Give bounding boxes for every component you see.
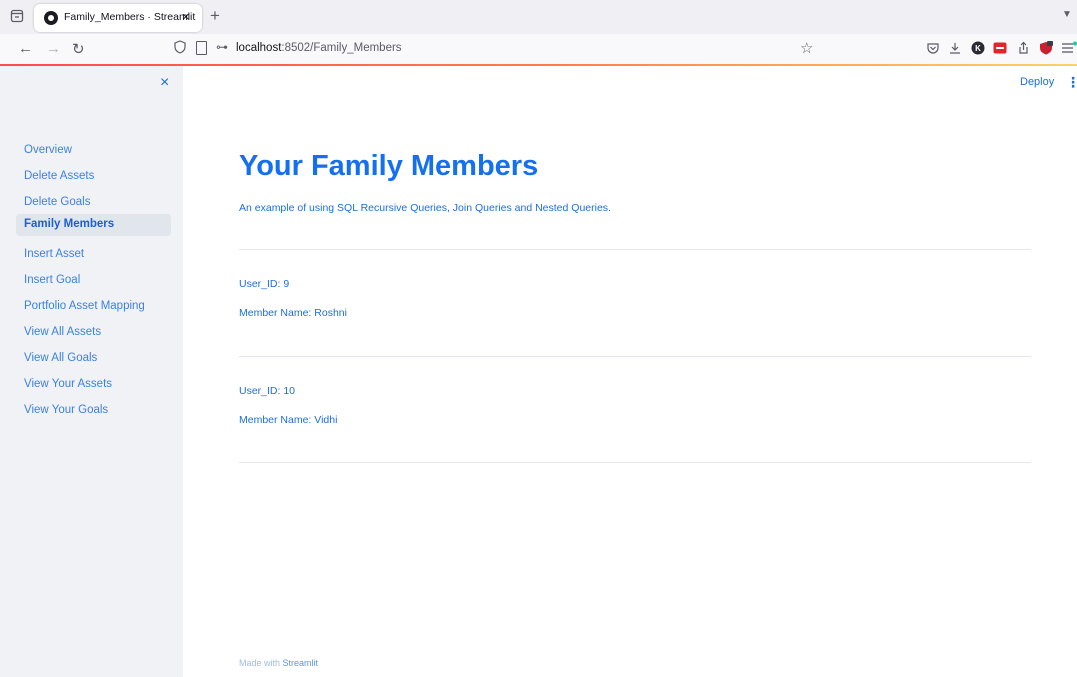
url-path: :8502/Family_Members	[281, 42, 402, 54]
sidebar-item-view-your-assets[interactable]: View Your Assets	[16, 374, 171, 396]
footer-prefix: Made with	[239, 658, 283, 668]
reload-icon[interactable]: ↻	[72, 40, 85, 58]
url-text[interactable]: localhost:8502/Family_Members	[236, 42, 402, 54]
sidebar-item-view-all-assets[interactable]: View All Assets	[16, 322, 171, 344]
main-menu-icon[interactable]: ⋮	[1066, 74, 1077, 91]
divider	[239, 356, 1031, 357]
streamlit-favicon-icon	[44, 11, 58, 25]
page-title: Your Family Members	[239, 150, 539, 182]
sidebar-item-label: View Your Goals	[24, 404, 109, 416]
sidebar-item-label: Family Members	[24, 218, 115, 230]
sidebar-item-label: View Your Assets	[24, 378, 113, 390]
sidebar-item-delete-assets[interactable]: Delete Assets	[16, 166, 171, 188]
divider	[239, 462, 1031, 463]
extension-red-icon[interactable]	[993, 41, 1007, 55]
sidebar-item-label: View All Assets	[24, 326, 102, 338]
forward-icon[interactable]: →	[46, 40, 61, 57]
sidebar-item-portfolio-asset-mapping[interactable]: Portfolio Asset Mapping	[16, 296, 171, 318]
sidebar-item-label: Portfolio Asset Mapping	[24, 300, 145, 312]
sidebar-item-label: Overview	[24, 144, 72, 156]
deploy-button[interactable]: Deploy	[1020, 76, 1054, 88]
footer: Made with Streamlit	[239, 658, 318, 668]
download-icon[interactable]	[948, 41, 962, 55]
sidebar-item-overview[interactable]: Overview	[16, 140, 171, 162]
svg-text:K: K	[975, 44, 981, 53]
browser-tab-bar: Family_Members · Streamlit × + ▼	[0, 0, 1077, 34]
new-tab-button[interactable]: +	[210, 6, 220, 26]
shield-icon[interactable]	[174, 40, 186, 54]
divider	[239, 249, 1031, 250]
sidebar-item-family-members[interactable]: Family Members	[16, 214, 171, 236]
extension-k-icon[interactable]: K	[971, 41, 985, 55]
share-icon[interactable]	[1016, 41, 1030, 55]
sidebar-item-insert-asset[interactable]: Insert Asset	[16, 244, 171, 266]
sidebar-item-label: View All Goals	[24, 352, 98, 364]
sidebar-item-view-your-goals[interactable]: View Your Goals	[16, 400, 171, 422]
browser-nav-bar: ← → ↻ ⊶ localhost:8502/Family_Members ☆ …	[0, 34, 1077, 64]
url-bar[interactable]: ⊶ localhost:8502/Family_Members ☆	[166, 37, 826, 61]
sidebar-item-delete-goals[interactable]: Delete Goals	[16, 192, 171, 214]
sidebar: × Overview Delete Assets Delete Goals Fa…	[0, 66, 183, 677]
tab-list-icon[interactable]	[10, 9, 24, 23]
member-user-id: User_ID: 9	[239, 278, 290, 290]
extension-shield-icon[interactable]	[1039, 41, 1053, 55]
sidebar-item-view-all-goals[interactable]: View All Goals	[16, 348, 171, 370]
key-icon[interactable]: ⊶	[216, 40, 228, 54]
url-host: localhost	[236, 42, 282, 54]
pocket-icon[interactable]	[926, 41, 940, 55]
sidebar-item-label: Insert Goal	[24, 274, 81, 286]
close-sidebar-icon[interactable]: ×	[160, 75, 169, 91]
tab-close-icon[interactable]: ×	[182, 9, 190, 24]
member-name: Member Name: Roshni	[239, 307, 347, 319]
page-icon[interactable]	[196, 41, 207, 55]
member-user-id: User_ID: 10	[239, 385, 296, 397]
menu-icon[interactable]	[1061, 41, 1077, 55]
tab-title: Family_Members · Streamlit	[64, 11, 196, 23]
sidebar-item-label: Delete Goals	[24, 196, 91, 208]
sidebar-item-label: Insert Asset	[24, 248, 85, 260]
browser-tab[interactable]: Family_Members · Streamlit ×	[34, 4, 202, 32]
back-icon[interactable]: ←	[18, 40, 33, 57]
bookmark-star-icon[interactable]: ☆	[800, 39, 813, 57]
sidebar-item-label: Delete Assets	[24, 170, 95, 182]
streamlit-link[interactable]: Streamlit	[283, 658, 319, 668]
chevron-down-icon[interactable]: ▼	[1062, 9, 1072, 20]
member-name: Member Name: Vidhi	[239, 414, 338, 426]
page-subtitle: An example of using SQL Recursive Querie…	[239, 202, 611, 214]
sidebar-item-insert-goal[interactable]: Insert Goal	[16, 270, 171, 292]
